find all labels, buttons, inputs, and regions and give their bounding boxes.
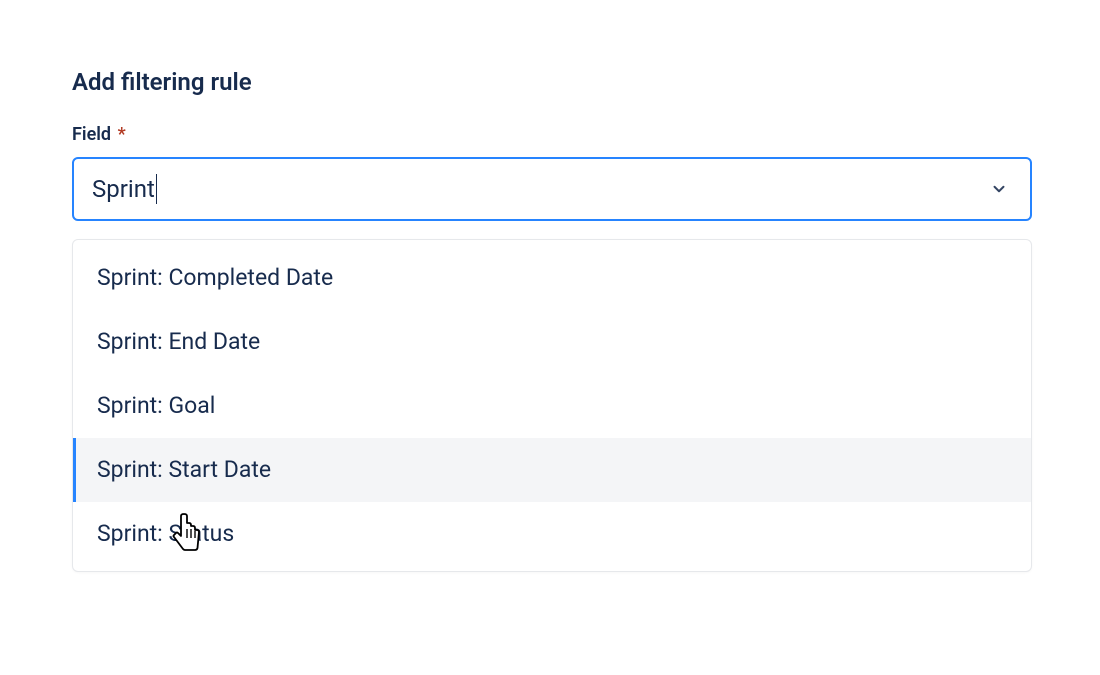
chevron-down-icon[interactable] bbox=[982, 172, 1016, 206]
dropdown-option[interactable]: Sprint: Status bbox=[73, 502, 1031, 566]
field-dropdown: Sprint: Completed DateSprint: End DateSp… bbox=[72, 239, 1032, 572]
field-label: Field bbox=[72, 124, 111, 145]
text-caret bbox=[156, 174, 157, 204]
required-indicator: * bbox=[118, 124, 126, 145]
dropdown-option[interactable]: Sprint: Start Date bbox=[73, 438, 1031, 502]
dropdown-option[interactable]: Sprint: Completed Date bbox=[73, 246, 1031, 310]
field-select-value: Sprint bbox=[92, 175, 155, 203]
field-label-row: Field * bbox=[72, 124, 1028, 145]
dropdown-option[interactable]: Sprint: End Date bbox=[73, 310, 1031, 374]
field-select[interactable]: Sprint bbox=[72, 157, 1032, 221]
dropdown-option[interactable]: Sprint: Goal bbox=[73, 374, 1031, 438]
modal-heading: Add filtering rule bbox=[72, 68, 1028, 96]
